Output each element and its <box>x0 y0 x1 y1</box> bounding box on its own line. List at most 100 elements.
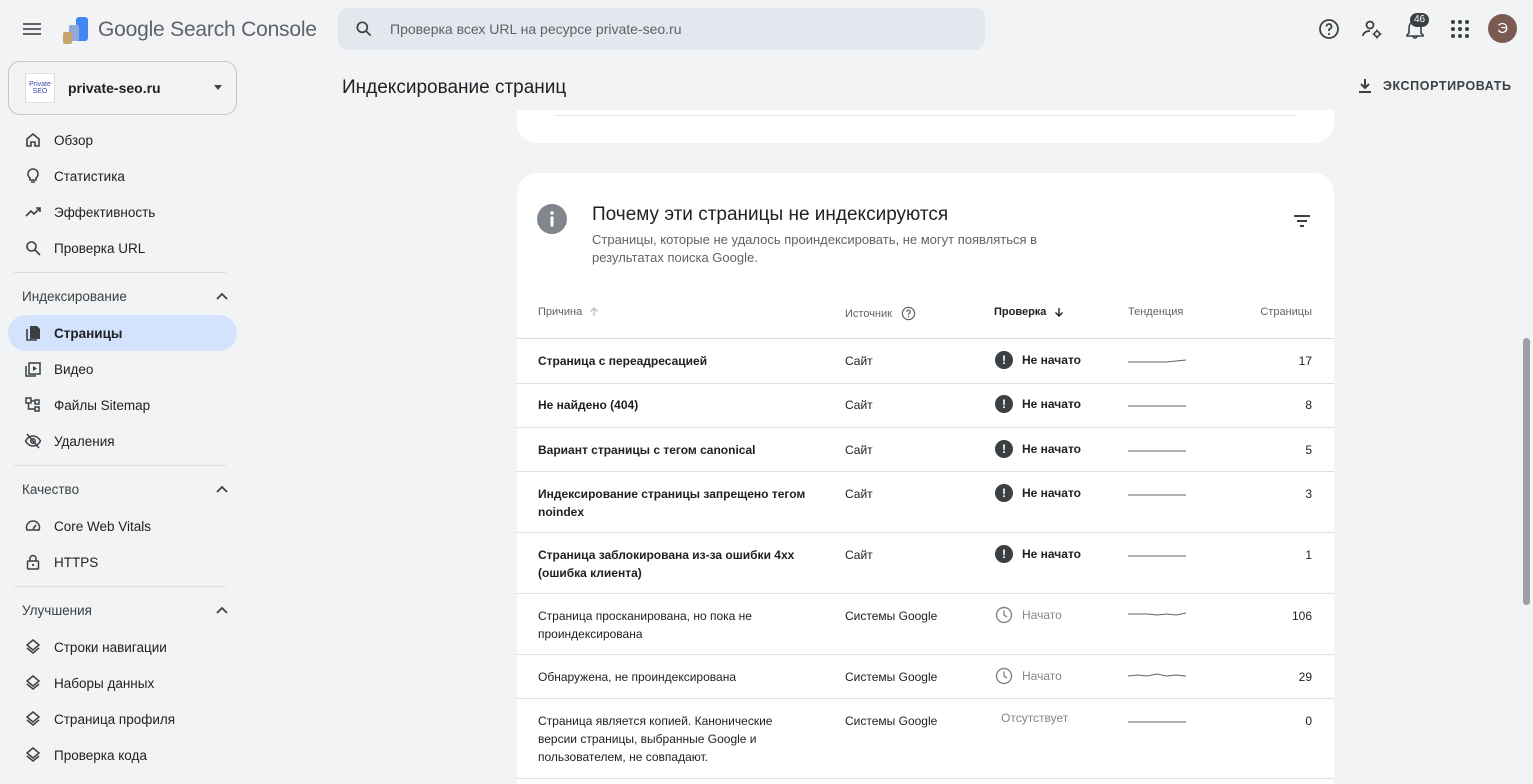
sidebar-item-sitemaps[interactable]: Файлы Sitemap <box>8 387 237 423</box>
sidebar-item-label: Core Web Vitals <box>54 518 152 534</box>
clock-icon <box>995 667 1013 685</box>
layers-icon <box>24 746 42 764</box>
help-icon[interactable] <box>901 306 916 321</box>
row-reason: Вариант страницы с тегом canonical <box>538 443 756 457</box>
page-title: Индексирование страниц <box>342 77 567 98</box>
layers-icon <box>24 638 42 656</box>
table-row[interactable]: Индексирование страницы запрещено тегом … <box>517 472 1334 533</box>
account-settings-icon[interactable] <box>1360 17 1384 41</box>
chevron-up-icon <box>216 292 228 300</box>
column-header-trend[interactable]: Тенденция <box>1128 306 1183 318</box>
section-quality-header[interactable]: Качество <box>22 477 228 501</box>
main-menu-icon[interactable] <box>20 17 44 41</box>
sidebar-item-pages[interactable]: Страницы <box>8 315 237 351</box>
sidebar-item-profile-page[interactable]: Страница профиля <box>8 701 237 737</box>
sidebar-item-label: Наборы данных <box>54 675 155 691</box>
property-logo: Private SEO <box>25 73 55 103</box>
filter-icon[interactable] <box>1292 212 1312 230</box>
sidebar-item-insights[interactable]: Статистика <box>8 158 237 194</box>
sidebar-item-performance[interactable]: Эффективность <box>8 194 237 230</box>
search-input[interactable] <box>390 21 950 37</box>
property-logo-line2: SEO <box>32 88 48 95</box>
row-check-status: Начато <box>995 667 1062 685</box>
sidebar-item-code-check[interactable]: Проверка кода <box>8 737 237 773</box>
row-reason: Страница является копией. Канонические в… <box>538 714 773 764</box>
row-pages-count: 17 <box>1298 354 1312 368</box>
video-icon <box>24 360 42 378</box>
column-header-check[interactable]: Проверка <box>994 306 1065 318</box>
avatar[interactable]: Э <box>1488 14 1517 43</box>
section-enhancements-header[interactable]: Улучшения <box>22 598 228 622</box>
trend-sparkline <box>1128 405 1186 407</box>
sort-arrow-up-icon <box>590 307 599 316</box>
home-icon <box>24 131 42 149</box>
column-header-reason[interactable]: Причина <box>538 306 600 318</box>
row-reason: Индексирование страницы запрещено тегом … <box>538 487 806 519</box>
table-row[interactable]: Страница является копией. Канонические в… <box>517 699 1334 779</box>
chart-card-bottom <box>517 110 1334 143</box>
search-icon <box>356 21 372 37</box>
error-status-icon: ! <box>995 484 1013 502</box>
url-inspection-search[interactable] <box>338 8 985 50</box>
sidebar-item-label: Обзор <box>54 132 93 148</box>
column-header-pages[interactable]: Страницы <box>1260 306 1312 318</box>
chevron-up-icon <box>216 485 228 493</box>
section-indexing-header[interactable]: Индексирование <box>22 284 228 308</box>
layers-icon <box>24 710 42 728</box>
row-reason: Обнаружена, не проиндексирована <box>538 670 736 684</box>
export-button[interactable]: ЭКСПОРТИРОВАТЬ <box>1355 74 1512 98</box>
row-check-status: ! Не начато <box>995 545 1081 563</box>
trending-up-icon <box>24 203 42 221</box>
sidebar-item-breadcrumbs[interactable]: Строки навигации <box>8 629 237 665</box>
sidebar-item-datasets[interactable]: Наборы данных <box>8 665 237 701</box>
lock-icon <box>24 553 42 571</box>
table-row[interactable]: Вариант страницы с тегом canonical Сайт! Н… <box>517 428 1334 472</box>
row-reason: Страница заблокирована из-за ошибки 4xx … <box>538 548 795 580</box>
table-row[interactable]: Страница с переадресацией Сайт! Не начато 1… <box>517 339 1334 384</box>
page-scrollbar[interactable] <box>1523 338 1530 605</box>
apps-grid-icon[interactable] <box>1448 17 1472 41</box>
status-label: Не начато <box>1022 442 1081 456</box>
sidebar-item-label: Видео <box>54 361 94 377</box>
search-console-logo-icon <box>63 17 88 44</box>
sidebar-divider <box>14 465 226 466</box>
status-label: Не начато <box>1022 397 1081 411</box>
pages-icon <box>24 324 42 342</box>
layers-icon <box>24 674 42 692</box>
sidebar-item-core-web-vitals[interactable]: Core Web Vitals <box>8 508 237 544</box>
eye-off-icon <box>24 432 42 450</box>
row-pages-count: 3 <box>1305 487 1312 501</box>
sidebar-item-label: Статистика <box>54 168 125 184</box>
clock-icon <box>995 606 1013 624</box>
column-label: Причина <box>538 306 583 318</box>
sidebar-item-overview[interactable]: Обзор <box>8 122 237 158</box>
dropdown-caret-icon <box>214 85 222 90</box>
trend-sparkline <box>1128 359 1186 363</box>
sidebar-item-label: Проверка URL <box>54 240 146 256</box>
sidebar-item-removals[interactable]: Удаления <box>8 423 237 459</box>
search-console-logo[interactable]: Google Search Console <box>60 14 317 46</box>
sidebar: Private SEO private-seo.ru Обзор Статист… <box>0 58 244 784</box>
column-label: Страницы <box>1260 306 1312 318</box>
section-title: Индексирование <box>22 288 127 304</box>
trend-sparkline <box>1128 673 1186 677</box>
column-header-source[interactable]: Источник <box>845 306 916 321</box>
sidebar-item-label: Эффективность <box>54 204 156 220</box>
table-row[interactable]: Не найдено (404) Сайт! Не начато 8 <box>517 383 1334 428</box>
help-icon[interactable] <box>1317 17 1341 41</box>
status-label: Не начато <box>1022 547 1081 561</box>
sidebar-item-label: Строки навигации <box>54 639 167 655</box>
table-row[interactable]: Страница просканирована, но пока не прои… <box>517 594 1334 655</box>
table-row[interactable]: Страница заблокирована из-за ошибки 4xx … <box>517 533 1334 594</box>
row-check-status: Начато <box>995 606 1062 624</box>
row-pages-count: 5 <box>1305 443 1312 457</box>
trend-sparkline <box>1128 555 1186 557</box>
property-selector[interactable]: Private SEO private-seo.ru <box>8 61 237 115</box>
table-row[interactable]: Обнаружена, не проиндексирована Системы G… <box>517 655 1334 699</box>
sidebar-item-https[interactable]: HTTPS <box>8 544 237 580</box>
sidebar-item-label: Файлы Sitemap <box>54 397 151 413</box>
sidebar-item-label: Страница профиля <box>54 711 176 727</box>
column-label: Тенденция <box>1128 306 1184 318</box>
sidebar-item-url-inspection[interactable]: Проверка URL <box>8 230 237 266</box>
sidebar-item-video[interactable]: Видео <box>8 351 237 387</box>
